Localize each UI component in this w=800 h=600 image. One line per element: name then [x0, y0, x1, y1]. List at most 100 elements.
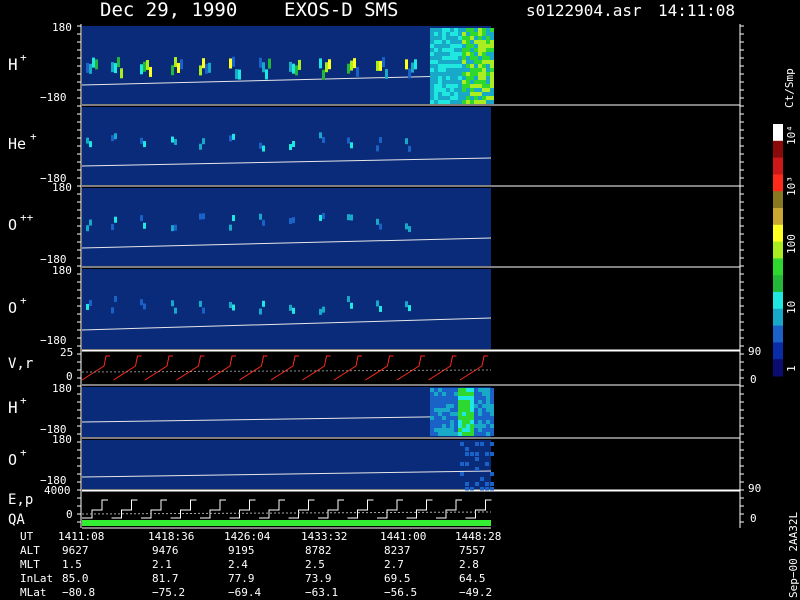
spectrogram-cell [490, 76, 494, 80]
spectrogram-cell [482, 56, 486, 60]
spectrogram-cell [430, 52, 434, 56]
spectrogram-cell [458, 52, 462, 56]
spectrogram-cell [414, 59, 417, 70]
spectrogram-cell [482, 68, 486, 72]
spectrogram-cell [450, 36, 454, 40]
spectrogram-cell [434, 36, 438, 40]
spectrogram-cell [229, 224, 232, 231]
spectrogram-cell [454, 428, 458, 432]
spectrogram-cell [438, 424, 442, 428]
spectrogram-cell [446, 72, 450, 76]
spectrogram-cell [486, 44, 490, 48]
orbit-value: −63.1 [305, 586, 338, 599]
spectrogram-cell [454, 44, 458, 48]
spectrogram-cell [486, 92, 490, 96]
spectrogram-cell [442, 36, 446, 40]
spectrogram-cell [482, 404, 486, 408]
panel-label-h-plus-top: H + [8, 51, 27, 74]
spectrogram-cell [470, 88, 474, 92]
spectrogram-cell [143, 61, 146, 72]
spectrogram-cell [446, 40, 450, 44]
spectrogram-cell [465, 487, 469, 491]
spectrogram-cell [438, 56, 442, 60]
spectrogram-cell [478, 400, 482, 404]
colorbar-swatch [773, 342, 783, 360]
spectrogram-cell [458, 400, 462, 404]
spectrogram-cell [229, 135, 232, 142]
orbit-value: 1433:32 [301, 530, 347, 543]
spectrogram-cell [466, 84, 470, 88]
spectrogram-cell [490, 72, 494, 76]
spectrogram-cell [466, 80, 470, 84]
spectrogram-cell [450, 32, 454, 36]
spectrogram-cell [490, 40, 494, 44]
spectrogram-cell [114, 63, 117, 74]
spectrogram-cell [114, 295, 117, 302]
spectrogram-cell [347, 63, 350, 74]
spectrogram-cell [434, 56, 438, 60]
spectrogram-cell [430, 392, 434, 396]
header-file: s0122904.asr [526, 1, 642, 20]
spectrogram-cell [486, 28, 490, 32]
spectrogram-cell [466, 56, 470, 60]
spectrogram-cell [462, 28, 466, 32]
spectrogram-cell [462, 76, 466, 80]
spectrogram-cell [434, 404, 438, 408]
colorbar-swatch [773, 157, 783, 175]
spectrogram-cell [474, 416, 478, 420]
spectrogram-cell [446, 92, 450, 96]
spectrogram-cell [466, 44, 470, 48]
orbit-value: 2.5 [305, 558, 325, 571]
spectrogram-cell [117, 57, 120, 68]
spectrogram-cell [490, 36, 494, 40]
spectrogram-cell [434, 28, 438, 32]
spectrogram-cell [466, 68, 470, 72]
spectrogram-cell [353, 58, 356, 69]
spectrogram-cell [446, 28, 450, 32]
spectrogram-cell [430, 48, 434, 52]
spectrogram-cell [442, 100, 446, 104]
colorbar-tick-10: 10 [785, 301, 798, 314]
spectrogram-cell [450, 76, 454, 80]
spectrogram-cell [430, 88, 434, 92]
spectrogram-cell [446, 64, 450, 68]
spectrogram-cell [454, 388, 458, 392]
spectrogram-cell [454, 56, 458, 60]
spectrogram-cell [470, 72, 474, 76]
spectrogram-cell [458, 76, 462, 80]
spectrogram-cell [434, 100, 438, 104]
spectrogram-cell [434, 92, 438, 96]
spectrogram-cell [462, 52, 466, 56]
spectrogram-cell [482, 48, 486, 52]
spectrogram-cell [442, 84, 446, 88]
spectrogram-cell [408, 226, 411, 233]
spectrogram-cell [292, 307, 295, 314]
spectrogram-cell [458, 48, 462, 52]
spectrogram-cell [466, 432, 470, 436]
panels-group [77, 24, 744, 529]
spectrogram-cell [474, 100, 478, 104]
spectrogram-cell [89, 141, 92, 148]
spectrogram-cell [454, 32, 458, 36]
spectrogram-cell [482, 32, 486, 36]
spectrogram-cell [470, 32, 474, 36]
spectrogram-cell [174, 307, 177, 314]
spectrogram-cell [462, 40, 466, 44]
spectrogram-cell [171, 300, 174, 307]
spectrogram-cell [485, 482, 489, 486]
spectrogram-cell [478, 432, 482, 436]
spectrogram-cell [120, 68, 123, 79]
spectrogram-cell [458, 412, 462, 416]
spectrogram-cell [454, 68, 458, 72]
spectrogram-cell [458, 64, 462, 68]
orbit-value: 77.9 [228, 572, 255, 585]
spectrogram-cell [289, 217, 292, 224]
e-tick-4000: 4000 [44, 484, 71, 497]
spectrogram-cell [486, 428, 490, 432]
spectrogram-cell [470, 40, 474, 44]
spectrogram-cell [454, 412, 458, 416]
orbit-value: 9627 [62, 544, 89, 557]
spectrogram-cell [438, 420, 442, 424]
spectrogram-cell [350, 214, 353, 221]
spectrogram-cell [450, 68, 454, 72]
